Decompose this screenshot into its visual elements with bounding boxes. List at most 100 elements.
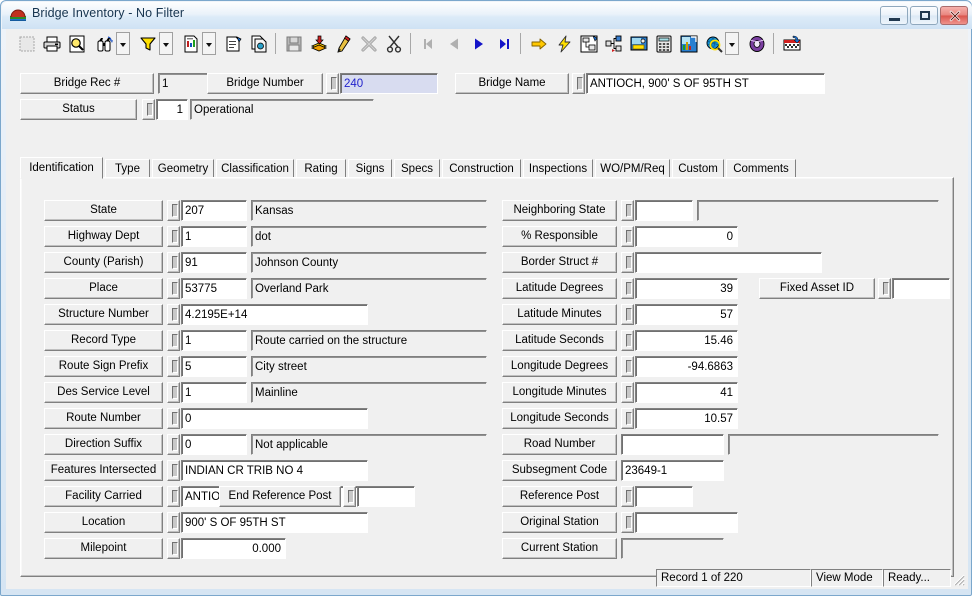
bridge-number-input[interactable]: 240 bbox=[340, 73, 438, 94]
latitude-minutes-input[interactable]: 57 bbox=[635, 304, 738, 325]
highway-dept-input[interactable]: 1 bbox=[181, 226, 247, 247]
route-sign-prefix-label-button[interactable]: Route Sign Prefix bbox=[44, 356, 163, 377]
tab-comments[interactable]: Comments bbox=[726, 159, 796, 178]
reference-post-label-button[interactable]: Reference Post bbox=[502, 486, 617, 507]
place-input[interactable]: 53775 bbox=[181, 278, 247, 299]
route-sign-prefix-input[interactable]: 5 bbox=[181, 356, 247, 377]
original-station-lookup-handle[interactable] bbox=[621, 512, 634, 533]
des-service-level-label-button[interactable]: Des Service Level bbox=[44, 382, 163, 403]
longitude-degrees-input[interactable]: -94.6863 bbox=[635, 356, 738, 377]
county-parish-input[interactable]: 91 bbox=[181, 252, 247, 273]
bridge-rec-label-button[interactable]: Bridge Rec # bbox=[20, 73, 154, 94]
original-station-label-button[interactable]: Original Station bbox=[502, 512, 617, 533]
exit-icon[interactable] bbox=[780, 32, 803, 55]
place-lookup-handle[interactable] bbox=[167, 278, 180, 299]
tab-inspections[interactable]: Inspections bbox=[523, 159, 593, 178]
chart-icon[interactable] bbox=[677, 32, 700, 55]
latitude-minutes-label-button[interactable]: Latitude Minutes bbox=[502, 304, 617, 325]
copy-record-icon[interactable] bbox=[247, 32, 270, 55]
lightning-icon[interactable] bbox=[552, 32, 575, 55]
des-service-level-input[interactable]: 1 bbox=[181, 382, 247, 403]
record-type-label-button[interactable]: Record Type bbox=[44, 330, 163, 351]
highway-dept-lookup-handle[interactable] bbox=[167, 226, 180, 247]
border-struct-label-button[interactable]: Border Struct # bbox=[502, 252, 617, 273]
direction-suffix-lookup-handle[interactable] bbox=[167, 434, 180, 455]
milepoint-label-button[interactable]: Milepoint bbox=[44, 538, 163, 559]
longitude-seconds-input[interactable]: 10.57 bbox=[635, 408, 738, 429]
direction-suffix-label-button[interactable]: Direction Suffix bbox=[44, 434, 163, 455]
bridge-name-input[interactable]: ANTIOCH, 900' S OF 95TH ST bbox=[586, 73, 825, 94]
location-input[interactable]: 900' S OF 95TH ST bbox=[181, 512, 368, 533]
record-type-input[interactable]: 1 bbox=[181, 330, 247, 351]
globe-search-icon[interactable] bbox=[702, 32, 725, 55]
subsegment-code-input[interactable]: 23649-1 bbox=[621, 460, 724, 481]
location-label-button[interactable]: Location bbox=[44, 512, 163, 533]
latitude-seconds-lookup-handle[interactable] bbox=[621, 330, 634, 351]
fixed-asset-id-input[interactable] bbox=[892, 278, 950, 299]
tab-type[interactable]: Type bbox=[105, 159, 150, 178]
route-sign-prefix-lookup-handle[interactable] bbox=[167, 356, 180, 377]
facility-carried-label-button[interactable]: Facility Carried bbox=[44, 486, 163, 507]
print-icon[interactable] bbox=[40, 32, 63, 55]
status-label-button[interactable]: Status bbox=[20, 99, 137, 120]
close-button[interactable] bbox=[940, 6, 968, 25]
longitude-seconds-lookup-handle[interactable] bbox=[621, 408, 634, 429]
milepoint-lookup-handle[interactable] bbox=[167, 538, 180, 559]
highway-dept-label-button[interactable]: Highway Dept bbox=[44, 226, 163, 247]
structure-tree-icon[interactable] bbox=[602, 32, 625, 55]
features-intersected-label-button[interactable]: Features Intersected bbox=[44, 460, 163, 481]
current-station-label-button[interactable]: Current Station bbox=[502, 538, 617, 559]
tab-identification[interactable]: Identification bbox=[20, 157, 103, 179]
end-reference-post-lookup-handle[interactable] bbox=[343, 486, 356, 507]
calculator-icon[interactable] bbox=[652, 32, 675, 55]
features-intersected-lookup-handle[interactable] bbox=[167, 460, 180, 481]
filter-funnel-icon[interactable] bbox=[136, 32, 159, 55]
tab-classification[interactable]: Classification bbox=[216, 159, 294, 178]
tab-construction[interactable]: Construction bbox=[442, 159, 521, 178]
subsegment-code-label-button[interactable]: Subsegment Code bbox=[502, 460, 617, 481]
print-preview-icon[interactable] bbox=[15, 32, 38, 55]
structure-number-lookup-handle[interactable] bbox=[167, 304, 180, 325]
responsible-label-button[interactable]: % Responsible bbox=[502, 226, 617, 247]
tab-geometry[interactable]: Geometry bbox=[152, 159, 214, 178]
diagram-icon[interactable] bbox=[577, 32, 600, 55]
neighboring-state-input[interactable] bbox=[635, 200, 693, 221]
facility-carried-lookup-handle[interactable] bbox=[167, 486, 180, 507]
county-parish-label-button[interactable]: County (Parish) bbox=[44, 252, 163, 273]
longitude-minutes-label-button[interactable]: Longitude Minutes bbox=[502, 382, 617, 403]
original-station-input[interactable] bbox=[635, 512, 738, 533]
place-label-button[interactable]: Place bbox=[44, 278, 163, 299]
bridge-name-label-button[interactable]: Bridge Name bbox=[455, 73, 569, 94]
next-record-icon[interactable] bbox=[467, 32, 490, 55]
tab-rating[interactable]: Rating bbox=[296, 159, 346, 178]
road-number-input[interactable] bbox=[621, 434, 724, 455]
report-dropdown-arrow-icon[interactable] bbox=[202, 32, 216, 55]
border-struct-lookup-handle[interactable] bbox=[621, 252, 634, 273]
structure-number-label-button[interactable]: Structure Number bbox=[44, 304, 163, 325]
save-icon[interactable] bbox=[282, 32, 305, 55]
milepoint-input[interactable]: 0.000 bbox=[181, 538, 286, 559]
tab-wo-pm-req[interactable]: WO/PM/Req bbox=[595, 159, 670, 178]
binoculars-search-icon[interactable] bbox=[93, 32, 116, 55]
map-dropdown-arrow-icon[interactable] bbox=[725, 32, 739, 55]
route-number-input[interactable]: 0 bbox=[181, 408, 368, 429]
resize-grip-icon[interactable] bbox=[952, 573, 966, 587]
end-reference-post-label-button[interactable]: End Reference Post bbox=[219, 486, 341, 507]
goto-icon[interactable] bbox=[527, 32, 550, 55]
route-number-label-button[interactable]: Route Number bbox=[44, 408, 163, 429]
status-code-input[interactable]: 1 bbox=[156, 99, 188, 120]
sketch-icon[interactable] bbox=[627, 32, 650, 55]
bridge-number-lookup-handle[interactable] bbox=[326, 73, 339, 94]
properties-icon[interactable] bbox=[222, 32, 245, 55]
latitude-minutes-lookup-handle[interactable] bbox=[621, 304, 634, 325]
add-record-icon[interactable] bbox=[307, 32, 330, 55]
reference-post-input[interactable] bbox=[635, 486, 693, 507]
tab-custom[interactable]: Custom bbox=[672, 159, 724, 178]
responsible-lookup-handle[interactable] bbox=[621, 226, 634, 247]
latitude-seconds-input[interactable]: 15.46 bbox=[635, 330, 738, 351]
delete-record-icon[interactable] bbox=[357, 32, 380, 55]
record-type-lookup-handle[interactable] bbox=[167, 330, 180, 351]
latitude-degrees-input[interactable]: 39 bbox=[635, 278, 738, 299]
longitude-seconds-label-button[interactable]: Longitude Seconds bbox=[502, 408, 617, 429]
first-record-icon[interactable] bbox=[417, 32, 440, 55]
